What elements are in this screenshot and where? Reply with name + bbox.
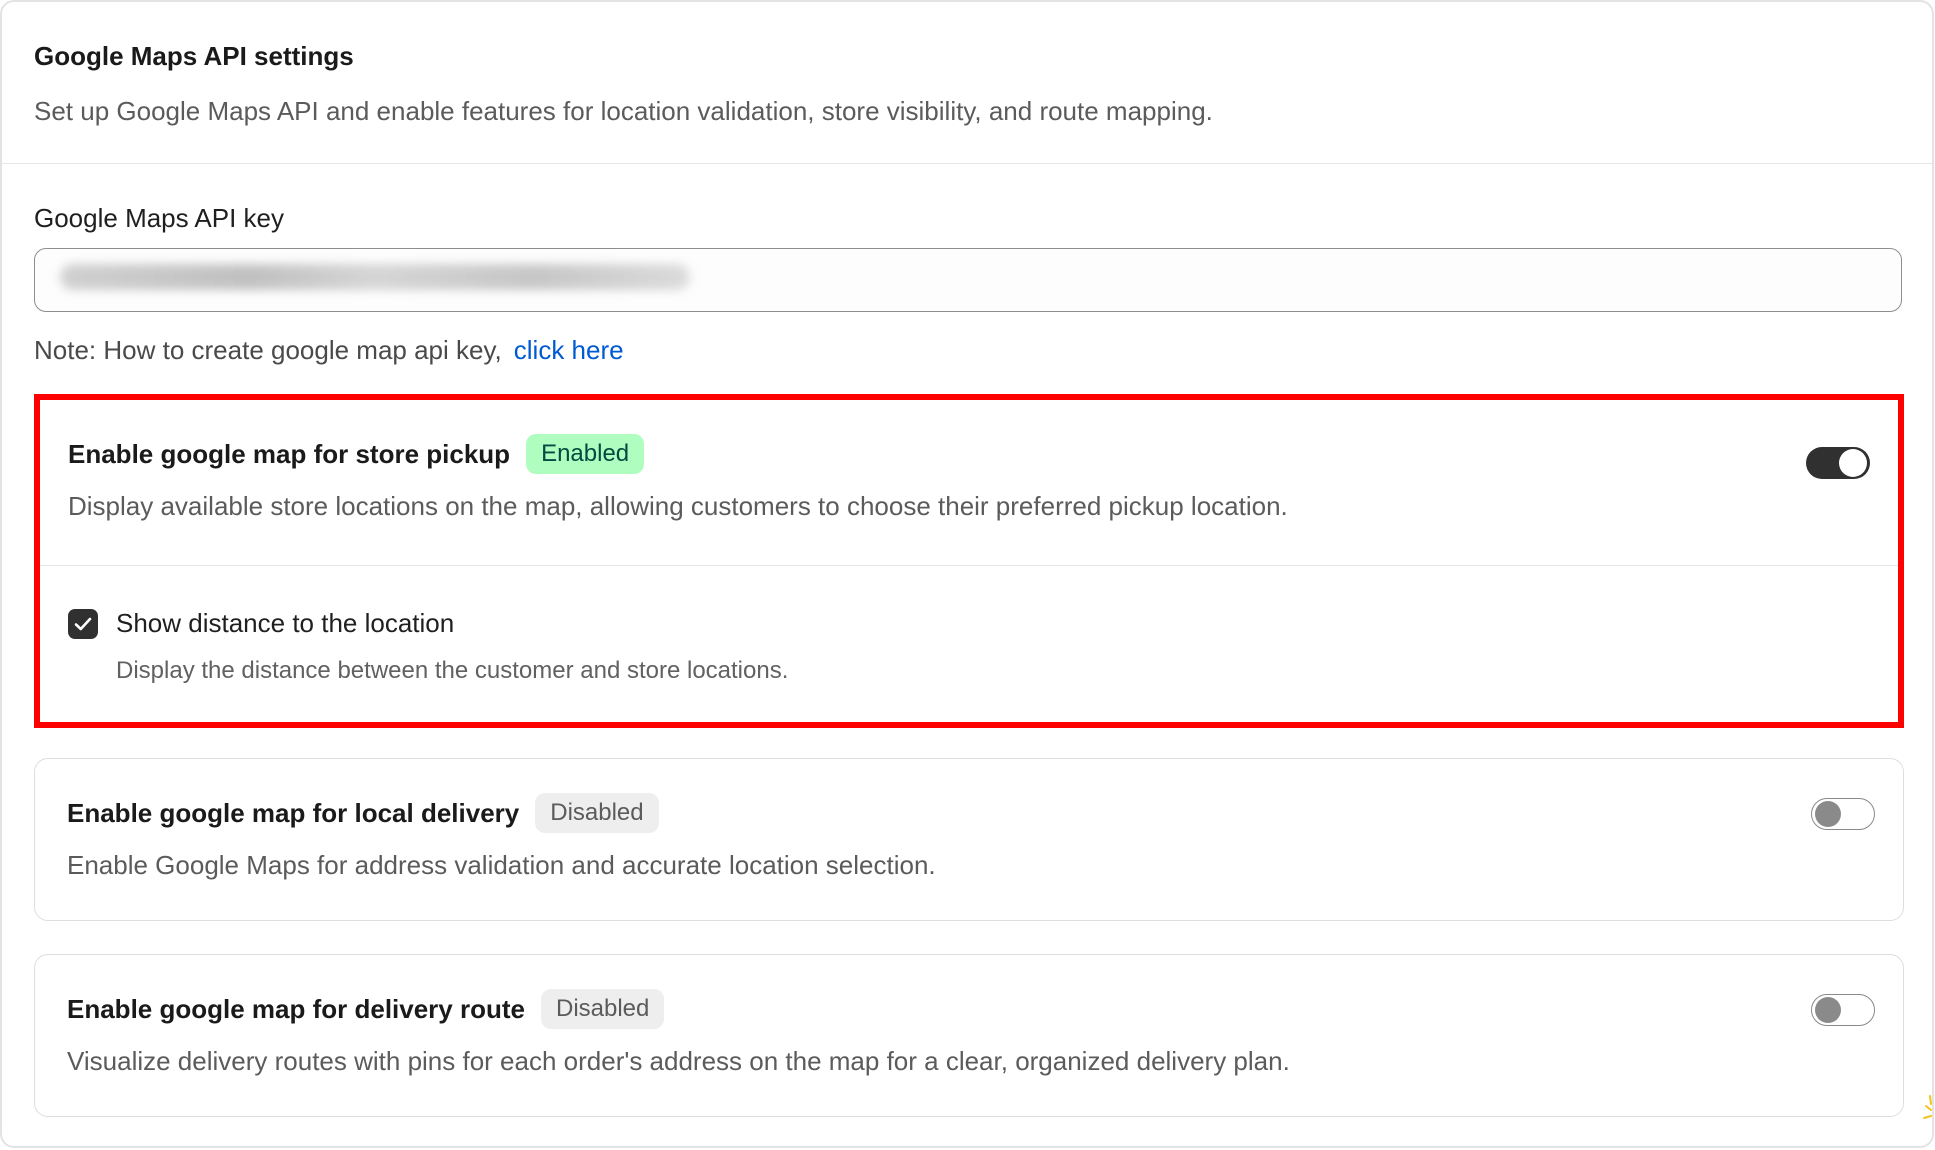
delivery-route-title-row: Enable google map for delivery route Dis… bbox=[67, 989, 1871, 1029]
store-pickup-description: Display available store locations on the… bbox=[68, 491, 1288, 521]
store-pickup-toggle[interactable] bbox=[1806, 447, 1870, 479]
show-distance-label: Show distance to the location bbox=[116, 608, 455, 638]
api-key-note: Note: How to create google map api key, c… bbox=[34, 334, 1900, 366]
local-delivery-card: Enable google map for local delivery Dis… bbox=[34, 758, 1904, 921]
google-maps-settings-card: Google Maps API settings Set up Google M… bbox=[0, 0, 1934, 1148]
show-distance-description: Display the distance between the custome… bbox=[116, 657, 789, 684]
sparkle-icon bbox=[1923, 1095, 1932, 1119]
page-subtitle: Set up Google Maps API and enable featur… bbox=[34, 96, 1213, 126]
status-badge-disabled: Disabled bbox=[540, 989, 665, 1029]
delivery-route-title: Enable google map for delivery route bbox=[67, 993, 525, 1024]
show-distance-option: Show distance to the location Display th… bbox=[40, 566, 1898, 685]
status-badge-enabled: Enabled bbox=[526, 434, 645, 474]
api-key-label: Google Maps API key bbox=[34, 203, 285, 233]
toggle-knob bbox=[1839, 449, 1867, 477]
delivery-route-card: Enable google map for delivery route Dis… bbox=[34, 954, 1904, 1117]
local-delivery-toggle[interactable] bbox=[1811, 798, 1875, 830]
store-pickup-title: Enable google map for store pickup bbox=[68, 438, 511, 469]
page-title: Google Maps API settings bbox=[34, 41, 354, 71]
show-distance-row: Show distance to the location bbox=[68, 608, 1870, 639]
store-pickup-section: Enable google map for store pickup Enabl… bbox=[34, 394, 1904, 728]
card-header: Google Maps API settings Set up Google M… bbox=[2, 2, 1932, 164]
store-pickup-main: Enable google map for store pickup Enabl… bbox=[40, 400, 1898, 566]
store-pickup-title-row: Enable google map for store pickup Enabl… bbox=[68, 434, 1870, 474]
check-icon bbox=[74, 617, 92, 630]
note-text: Note: How to create google map api key, bbox=[34, 335, 502, 365]
delivery-route-toggle[interactable] bbox=[1811, 994, 1875, 1026]
delivery-route-description: Visualize delivery routes with pins for … bbox=[67, 1046, 1290, 1076]
click-here-link[interactable]: click here bbox=[514, 335, 624, 365]
api-key-blurred-value bbox=[60, 264, 690, 290]
toggle-knob bbox=[1815, 800, 1841, 827]
status-badge-disabled: Disabled bbox=[535, 793, 659, 833]
local-delivery-title: Enable google map for local delivery bbox=[67, 797, 520, 828]
toggle-knob bbox=[1815, 996, 1841, 1023]
show-distance-checkbox[interactable] bbox=[68, 608, 98, 639]
local-delivery-title-row: Enable google map for local delivery Dis… bbox=[67, 793, 1871, 833]
local-delivery-description: Enable Google Maps for address validatio… bbox=[67, 850, 936, 880]
